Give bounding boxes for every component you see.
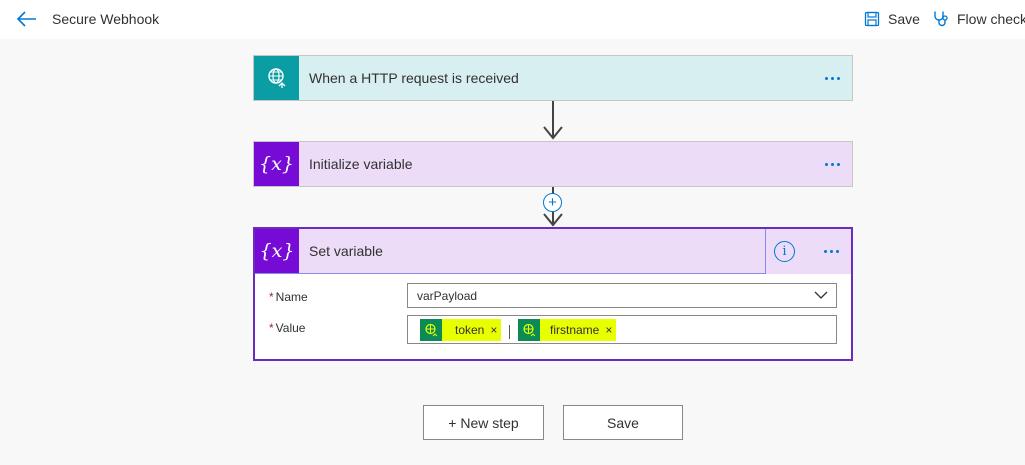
info-icon: i bbox=[782, 244, 787, 259]
step-card-http-request[interactable]: When a HTTP request is received bbox=[253, 55, 853, 101]
arrow-left-icon bbox=[17, 11, 36, 27]
token-label: firstname bbox=[550, 323, 600, 337]
info-button[interactable]: i bbox=[774, 241, 795, 262]
ellipsis-icon bbox=[824, 76, 828, 80]
new-step-label: + New step bbox=[448, 414, 519, 431]
floppy-disk-icon bbox=[863, 10, 881, 28]
arrow-down-icon bbox=[543, 213, 563, 227]
name-dropdown[interactable]: varPayload bbox=[407, 283, 837, 308]
save-flow-label: Save bbox=[607, 414, 639, 431]
value-field-label: * Value bbox=[269, 321, 306, 335]
flow-checker-label: Flow checker bbox=[957, 11, 1025, 27]
step-title: When a HTTP request is received bbox=[309, 70, 519, 86]
top-bar: Secure Webhook Save Flow checker bbox=[0, 0, 1025, 39]
insert-step-button[interactable]: + bbox=[543, 193, 562, 212]
save-button[interactable]: Save bbox=[863, 10, 920, 28]
save-flow-button[interactable]: Save bbox=[563, 405, 683, 440]
http-request-globe-icon bbox=[420, 319, 442, 341]
plus-icon: + bbox=[548, 194, 557, 211]
variable-icon: {𝑥} bbox=[254, 142, 299, 186]
ellipsis-icon bbox=[823, 250, 827, 253]
text-cursor bbox=[509, 325, 510, 339]
set-variable-header[interactable]: {𝑥} Set variable i bbox=[255, 229, 851, 274]
name-dropdown-value: varPayload bbox=[417, 289, 478, 303]
token-label: token bbox=[455, 323, 485, 337]
new-step-button[interactable]: + New step bbox=[423, 405, 544, 440]
more-options-button[interactable] bbox=[812, 56, 852, 100]
value-input[interactable]: token × firstname × bbox=[407, 315, 837, 344]
http-request-globe-icon bbox=[518, 319, 540, 341]
save-label: Save bbox=[888, 11, 920, 27]
step-title: Set variable bbox=[309, 243, 383, 259]
remove-token-icon[interactable]: × bbox=[490, 323, 501, 337]
dynamic-content-token[interactable]: firstname × bbox=[518, 319, 617, 341]
variable-icon: {𝑥} bbox=[255, 229, 299, 273]
name-field-label: * Name bbox=[269, 290, 308, 304]
stethoscope-icon bbox=[932, 10, 950, 28]
more-options-button[interactable] bbox=[811, 229, 851, 274]
step-card-set-variable: {𝑥} Set variable i * Name varPayload * Val… bbox=[253, 227, 853, 361]
more-options-button[interactable] bbox=[812, 142, 852, 186]
step-title: Initialize variable bbox=[309, 156, 413, 172]
step-card-initialize-variable[interactable]: {𝑥} Initialize variable bbox=[253, 141, 853, 187]
remove-token-icon[interactable]: × bbox=[605, 323, 616, 337]
arrow-down-icon bbox=[543, 126, 563, 140]
dynamic-content-token[interactable]: token × bbox=[420, 319, 502, 341]
back-button[interactable] bbox=[14, 8, 40, 30]
chevron-down-icon bbox=[814, 291, 828, 299]
page-title: Secure Webhook bbox=[52, 11, 160, 27]
ellipsis-icon bbox=[824, 162, 828, 166]
http-request-globe-icon bbox=[254, 56, 299, 100]
flow-checker-button[interactable]: Flow checker bbox=[932, 10, 1025, 28]
